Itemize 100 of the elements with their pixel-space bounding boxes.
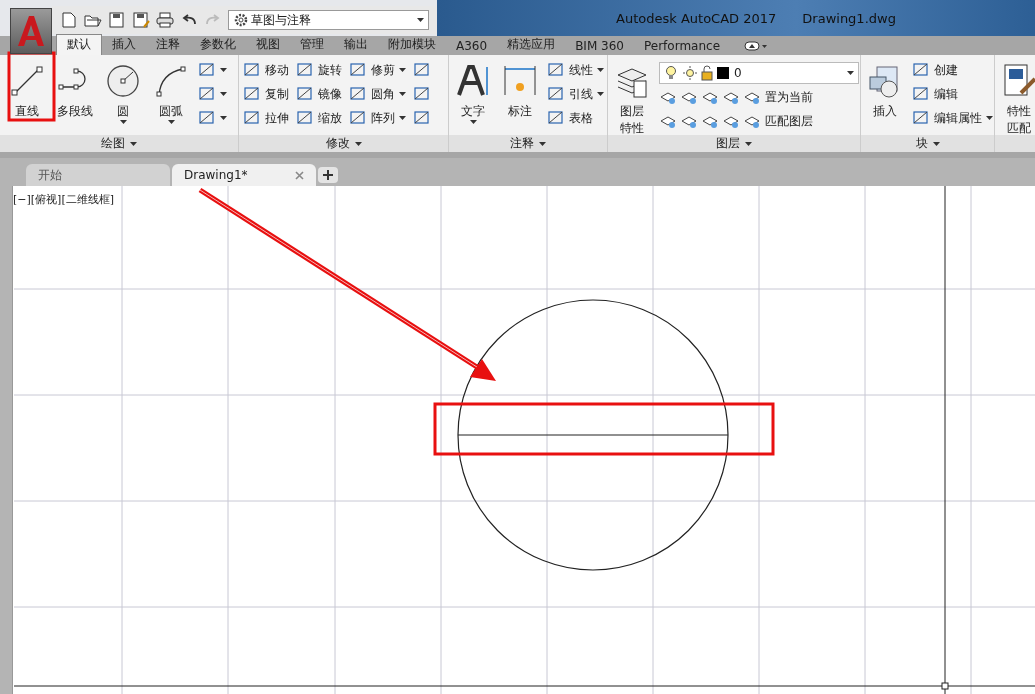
corner-grip[interactable]	[941, 682, 949, 690]
tool-icon	[413, 110, 431, 126]
tool-icon	[455, 63, 491, 99]
ribbon-tab[interactable]: 附加模块	[378, 35, 446, 55]
ribbon-tab[interactable]: 视图	[246, 35, 290, 55]
layer-status-drawing	[664, 65, 730, 81]
file-name: Drawing1.dwg	[802, 10, 896, 26]
tool-icon	[105, 63, 141, 99]
tool-button[interactable]: 创建	[912, 59, 993, 81]
workspace-dropdown[interactable]: 草图与注释	[228, 10, 429, 30]
ribbon-tab[interactable]: A360	[446, 38, 498, 55]
ribbon-tab[interactable]: 输出	[334, 35, 378, 55]
layer-dropdown[interactable]: 0	[659, 62, 859, 84]
tool-icon	[413, 86, 431, 102]
tool-button[interactable]: 拉伸	[243, 107, 289, 129]
tool-icon	[349, 110, 367, 126]
tool-icon	[9, 63, 45, 99]
caret-icon	[469, 120, 477, 124]
tool-button[interactable]: 编辑	[912, 83, 993, 105]
caret-icon	[399, 116, 406, 120]
ribbon-tab[interactable]: 管理	[290, 35, 334, 55]
tool-button[interactable]: 修剪	[349, 59, 406, 81]
caret-icon	[932, 141, 940, 146]
tool-icon	[547, 110, 565, 126]
save-as-icon[interactable]	[132, 12, 150, 28]
tool-icon	[198, 110, 216, 126]
tool-icon	[198, 62, 216, 78]
minimize-ribbon-icon[interactable]	[744, 41, 768, 51]
ribbon-tab[interactable]: 默认	[56, 34, 102, 55]
tool-icon	[296, 110, 314, 126]
tool-button[interactable]: 移动	[243, 59, 289, 81]
ribbon-tab[interactable]: 参数化	[190, 35, 246, 55]
drawing-canvas[interactable]: [−][俯视][二维线框]	[12, 186, 1035, 694]
tool-button[interactable]: 多段线	[54, 59, 96, 120]
tool-icon	[243, 62, 261, 78]
panel-title[interactable]: 注释	[510, 135, 534, 152]
caret-icon	[986, 116, 993, 120]
viewport-label[interactable]: [−][俯视][二维线框]	[13, 192, 114, 207]
tool-icon	[912, 110, 930, 126]
tool-button[interactable]: 线性	[547, 59, 604, 81]
document-tab[interactable]: 开始	[26, 164, 170, 186]
new-tab-button[interactable]	[318, 167, 338, 183]
tool-button[interactable]: 置为当前	[743, 86, 813, 108]
caret-icon	[399, 92, 406, 96]
document-tab[interactable]: Drawing1*	[172, 164, 316, 186]
tool-button[interactable]: 引线	[547, 83, 604, 105]
tool-button[interactable]: 标注	[500, 59, 540, 120]
caret-icon	[399, 68, 406, 72]
tool-button[interactable]: 直线	[6, 59, 48, 120]
letter-a-logo	[16, 14, 46, 48]
tool-icon	[349, 62, 367, 78]
tool-icon	[413, 62, 431, 78]
panel-title[interactable]: 图层	[716, 135, 740, 152]
caret-icon	[354, 141, 362, 146]
caret-icon	[130, 141, 137, 146]
caret-icon	[119, 120, 127, 124]
ribbon-tab[interactable]: 插入	[102, 35, 146, 55]
caret-icon	[745, 141, 752, 146]
tool-button[interactable]: 编辑属性	[912, 107, 993, 129]
ribbon-tab[interactable]: Performance	[633, 38, 730, 55]
caret-icon	[417, 18, 424, 22]
panel-title[interactable]: 绘图	[101, 135, 125, 152]
caret-icon	[847, 71, 854, 75]
print-icon[interactable]	[156, 12, 174, 28]
save-icon[interactable]	[108, 12, 126, 28]
caret-icon	[167, 120, 175, 124]
tool-button[interactable]: 文字	[453, 59, 493, 124]
tool-icon	[243, 86, 261, 102]
tool-button[interactable]: 旋转	[296, 59, 342, 81]
open-folder-icon[interactable]	[84, 12, 102, 28]
caret-icon	[539, 141, 546, 146]
highlight-frame	[7, 51, 56, 122]
panel-title[interactable]: 块	[915, 135, 928, 152]
tool-button[interactable]: 圆	[102, 59, 144, 124]
app-menu-button[interactable]	[10, 8, 52, 54]
tool-icon	[296, 62, 314, 78]
tool-button[interactable]: 阵列	[349, 107, 406, 129]
tool-button[interactable]: 表格	[547, 107, 604, 129]
tool-button[interactable]: 缩放	[296, 107, 342, 129]
tool-button[interactable]: 匹配图层	[743, 110, 813, 132]
tool-button[interactable]: 图层特性	[612, 59, 652, 135]
tool-button[interactable]: 圆弧	[150, 59, 192, 124]
ribbon-tab[interactable]: 注释	[146, 35, 190, 55]
tool-icon	[547, 62, 565, 78]
ribbon-tab[interactable]: BIM 360	[565, 38, 634, 55]
ribbon-tab[interactable]: 精选应用	[497, 35, 566, 55]
tool-icon	[349, 86, 367, 102]
tool-button[interactable]: 复制	[243, 83, 289, 105]
panel-title[interactable]: 修改	[325, 135, 350, 152]
tool-button[interactable]: 插入	[865, 59, 905, 120]
close-icon[interactable]	[295, 170, 304, 180]
tool-button[interactable]: 镜像	[296, 83, 342, 105]
tool-icon	[912, 62, 930, 78]
tool-icon	[912, 86, 930, 102]
tool-button[interactable]: 特性匹配	[999, 59, 1035, 135]
new-file-icon[interactable]	[60, 12, 78, 28]
tool-icon	[198, 86, 216, 102]
tool-icon	[153, 63, 189, 99]
gear-icon	[233, 12, 249, 28]
tool-button[interactable]: 圆角	[349, 83, 406, 105]
